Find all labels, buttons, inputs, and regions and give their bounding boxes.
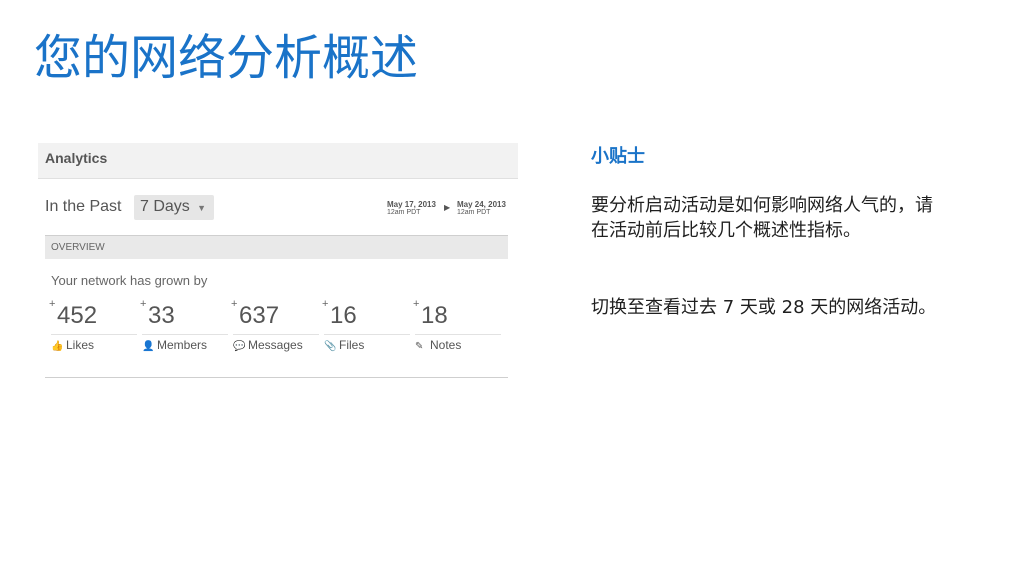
stat-label: 👍 Likes (51, 338, 95, 352)
pencil-icon: ✎ (415, 341, 424, 352)
slide-title: 您的网络分析概述 (34, 30, 419, 86)
tip-paragraph-2: 切换至查看过去 7 天或 28 天的网络活动。 (591, 297, 937, 318)
stat-label: 👤 Members (142, 338, 208, 352)
range-label: In the Past (45, 198, 122, 215)
date-range-row: In the Past 7 Days ▼ May 17, 2013 12am P… (45, 195, 511, 221)
growth-text: Your network has grown by (51, 273, 208, 288)
tip-title: 小贴士 (591, 146, 645, 167)
stat-value: 452 (57, 302, 98, 329)
date-to-sub: 12am PDT (457, 209, 491, 216)
stat-value: 637 (239, 302, 280, 329)
speech-bubble-icon: 💬 (233, 341, 246, 352)
date-from-sub: 12am PDT (387, 209, 421, 216)
paperclip-icon: 📎 (324, 341, 337, 352)
panel-header: Analytics (38, 143, 518, 179)
stat-label: ✎ Notes (415, 338, 462, 352)
range-dropdown-value: 7 Days (140, 198, 190, 215)
plus-sign: + (322, 298, 329, 310)
plus-sign: + (140, 298, 147, 310)
stat-label: 💬 Messages (233, 338, 303, 352)
plus-sign: + (231, 298, 238, 310)
analytics-panel: Analytics In the Past 7 Days ▼ May 17, 2… (38, 143, 518, 381)
plus-sign: + (49, 298, 56, 310)
date-to-text: May 24, 2013 (457, 200, 506, 209)
stat-value: 16 (330, 302, 357, 329)
person-icon: 👤 (142, 341, 155, 352)
thumbs-up-icon: 👍 (51, 341, 64, 352)
chevron-down-icon: ▼ (197, 203, 206, 213)
date-from[interactable]: May 17, 2013 12am PDT (387, 201, 436, 217)
arrow-right-icon: ▶ (444, 203, 451, 212)
plus-sign: + (413, 298, 420, 310)
stat-label: 📎 Files (324, 338, 365, 352)
range-dropdown[interactable]: 7 Days ▼ (134, 195, 214, 220)
stat-value: 33 (148, 302, 175, 329)
date-to[interactable]: May 24, 2013 12am PDT (457, 201, 506, 217)
panel-bottom-divider (45, 377, 508, 378)
date-from-text: May 17, 2013 (387, 200, 436, 209)
stat-value: 18 (421, 302, 448, 329)
tip-paragraph-1: 要分析启动活动是如何影响网络人气的，请在活动前后比较几个概述性指标。 (591, 195, 933, 241)
overview-bar: OVERVIEW (45, 235, 508, 259)
